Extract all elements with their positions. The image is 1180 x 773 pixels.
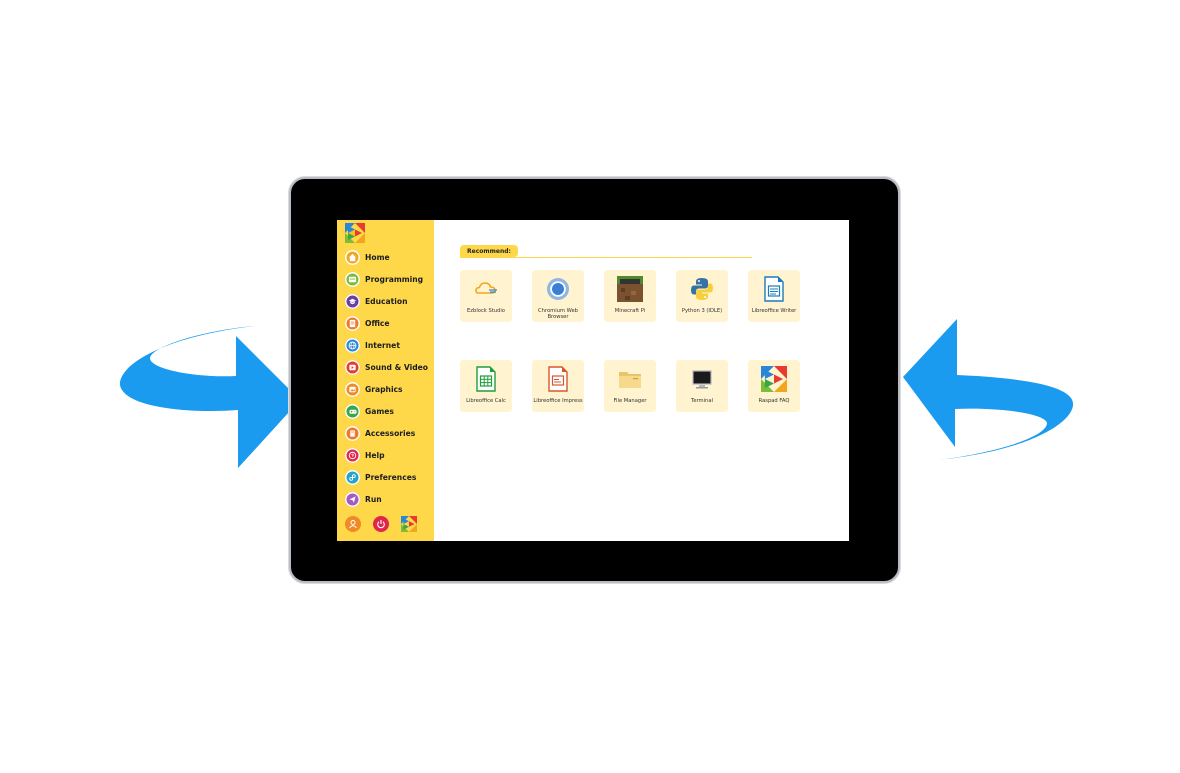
app-label: Libreoffice Impress	[533, 398, 583, 404]
sidebar-item-accessories[interactable]: Accessories	[345, 422, 435, 444]
sidebar: Home Programming Education Office Intern…	[337, 220, 434, 541]
category-menu: Home Programming Education Office Intern…	[345, 246, 435, 510]
app-tile-chromium[interactable]: Chromium Web Browser	[532, 270, 584, 322]
raspad-logo-icon	[345, 223, 365, 243]
sidebar-item-label: Accessories	[365, 428, 416, 438]
sidebar-item-education[interactable]: Education	[345, 290, 435, 312]
app-tile-libreoffice-writer[interactable]: Libreoffice Writer	[748, 270, 800, 322]
sidebar-item-label: Help	[365, 450, 385, 460]
minecraft-icon	[617, 276, 643, 302]
folder-icon	[617, 366, 643, 392]
app-label: Python 3 (IDLE)	[681, 308, 723, 314]
raspad-faq-icon	[761, 366, 787, 392]
sidebar-item-programming[interactable]: Programming	[345, 268, 435, 290]
chromium-icon	[545, 276, 571, 302]
tablet-screen: Home Programming Education Office Intern…	[337, 220, 849, 541]
app-tile-libreoffice-impress[interactable]: Libreoffice Impress	[532, 360, 584, 412]
sidebar-item-label: Internet	[365, 340, 400, 350]
writer-icon	[761, 276, 787, 302]
app-label: Minecraft Pi	[614, 308, 646, 314]
sidebar-item-label: Games	[365, 406, 394, 416]
calc-icon	[473, 366, 499, 392]
play-icon	[345, 359, 360, 375]
programming-icon	[345, 271, 360, 287]
sidebar-item-label: Education	[365, 296, 408, 306]
globe-icon	[345, 337, 360, 353]
app-tile-minecraft[interactable]: Minecraft Pi	[604, 270, 656, 322]
app-tile-ezblock[interactable]: Ezblock Studio	[460, 270, 512, 322]
app-tile-python[interactable]: Python 3 (IDLE)	[676, 270, 728, 322]
raspad-logo-icon[interactable]	[401, 516, 417, 532]
sidebar-item-help[interactable]: Help	[345, 444, 435, 466]
app-label: Ezblock Studio	[467, 308, 505, 314]
app-label: Libreoffice Calc	[466, 398, 506, 404]
sidebar-item-label: Home	[365, 252, 390, 262]
recommend-heading: Recommend:	[460, 245, 518, 257]
sidebar-item-home[interactable]: Home	[345, 246, 435, 268]
impress-icon	[545, 366, 571, 392]
preferences-icon	[345, 469, 360, 485]
main-content: Recommend: Ezblock Studio Chromium Web B…	[434, 220, 849, 541]
sidebar-item-sound-video[interactable]: Sound & Video	[345, 356, 435, 378]
app-label: Libreoffice Writer	[751, 308, 797, 314]
sidebar-bottom-bar	[345, 516, 425, 534]
app-tile-file-manager[interactable]: File Manager	[604, 360, 656, 412]
sidebar-item-label: Preferences	[365, 472, 417, 482]
sidebar-item-label: Graphics	[365, 384, 403, 394]
app-label: Raspad FAQ	[758, 398, 790, 404]
power-icon[interactable]	[373, 516, 389, 532]
sidebar-item-label: Programming	[365, 274, 424, 284]
python-icon	[689, 276, 715, 302]
gamepad-icon	[345, 403, 360, 419]
office-icon	[345, 315, 360, 331]
ezblock-icon	[473, 276, 499, 302]
sidebar-item-run[interactable]: Run	[345, 488, 435, 510]
home-icon	[345, 249, 360, 265]
picture-icon	[345, 381, 360, 397]
education-icon	[345, 293, 360, 309]
app-label: Chromium Web Browser	[538, 308, 578, 321]
recommend-divider	[460, 257, 752, 258]
sidebar-item-label: Run	[365, 494, 382, 504]
app-tile-raspad-faq[interactable]: Raspad FAQ	[748, 360, 800, 412]
sidebar-item-internet[interactable]: Internet	[345, 334, 435, 356]
help-icon	[345, 447, 360, 463]
sidebar-item-label: Office	[365, 318, 390, 328]
app-tile-libreoffice-calc[interactable]: Libreoffice Calc	[460, 360, 512, 412]
sidebar-item-label: Sound & Video	[365, 362, 428, 372]
sidebar-item-office[interactable]: Office	[345, 312, 435, 334]
sidebar-item-preferences[interactable]: Preferences	[345, 466, 435, 488]
run-icon	[345, 491, 360, 507]
app-label: File Manager	[613, 398, 647, 404]
sidebar-item-graphics[interactable]: Graphics	[345, 378, 435, 400]
sidebar-item-games[interactable]: Games	[345, 400, 435, 422]
rotate-counterclockwise-arrow-icon	[903, 319, 1074, 460]
rotate-clockwise-arrow-icon	[119, 326, 300, 468]
user-icon[interactable]	[345, 516, 361, 532]
app-label: Terminal	[691, 398, 713, 404]
app-tile-terminal[interactable]: Terminal	[676, 360, 728, 412]
accessories-icon	[345, 425, 360, 441]
terminal-icon	[689, 366, 715, 392]
